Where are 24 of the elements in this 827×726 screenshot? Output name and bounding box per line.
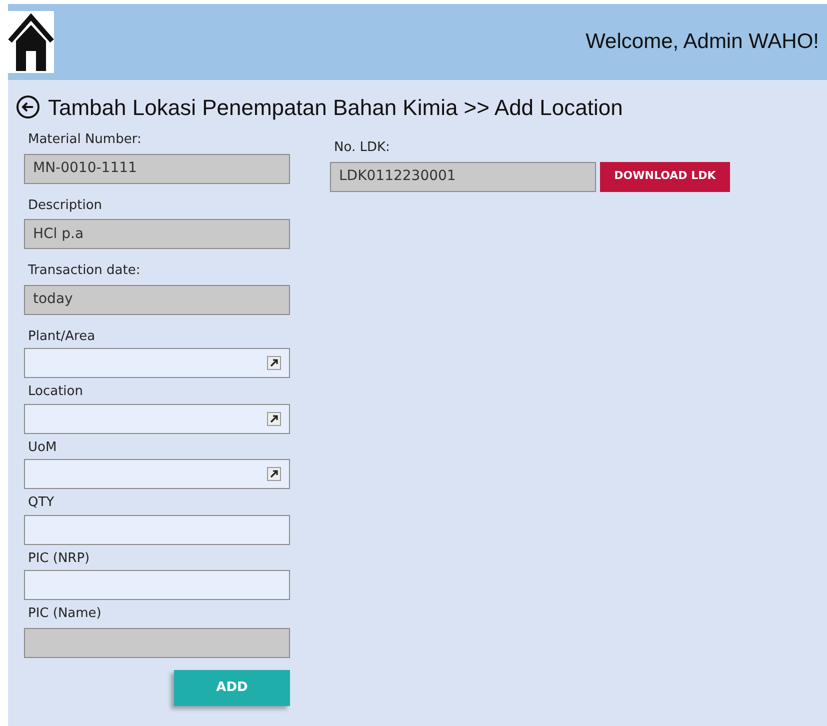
download-button[interactable]: DOWNLOAD LDK — [600, 162, 730, 192]
field-label: UoM — [27, 438, 58, 456]
popup-arrow-icon[interactable] — [267, 356, 281, 370]
field-label: QTY — [27, 494, 56, 512]
field-label: Location — [27, 383, 84, 401]
field-label: No. LDK: — [333, 139, 391, 157]
field-label: Description — [27, 196, 104, 214]
field-label: Material Number: — [27, 131, 142, 149]
welcome-text: Welcome, Admin WAHO! — [586, 29, 820, 56]
input-field[interactable] — [24, 570, 290, 600]
lookup-field[interactable] — [24, 348, 290, 378]
input-field[interactable] — [24, 514, 290, 544]
page-title: Tambah Lokasi Penempatan Bahan Kimia >> Add Location — [48, 94, 623, 122]
field-label: PIC (NRP) — [27, 550, 91, 568]
field-label: Plant/Area — [27, 328, 96, 346]
input-field[interactable]: LDK0112230001 — [330, 162, 596, 192]
popup-arrow-icon[interactable] — [267, 467, 281, 481]
field-label: PIC (Name) — [27, 605, 102, 623]
lookup-field[interactable] — [24, 459, 290, 489]
popup-arrow-icon[interactable] — [267, 412, 281, 426]
back-icon[interactable] — [16, 95, 40, 119]
lookup-field[interactable] — [24, 404, 290, 434]
field-label: Transaction date: — [27, 262, 142, 280]
home-icon[interactable] — [8, 11, 54, 73]
